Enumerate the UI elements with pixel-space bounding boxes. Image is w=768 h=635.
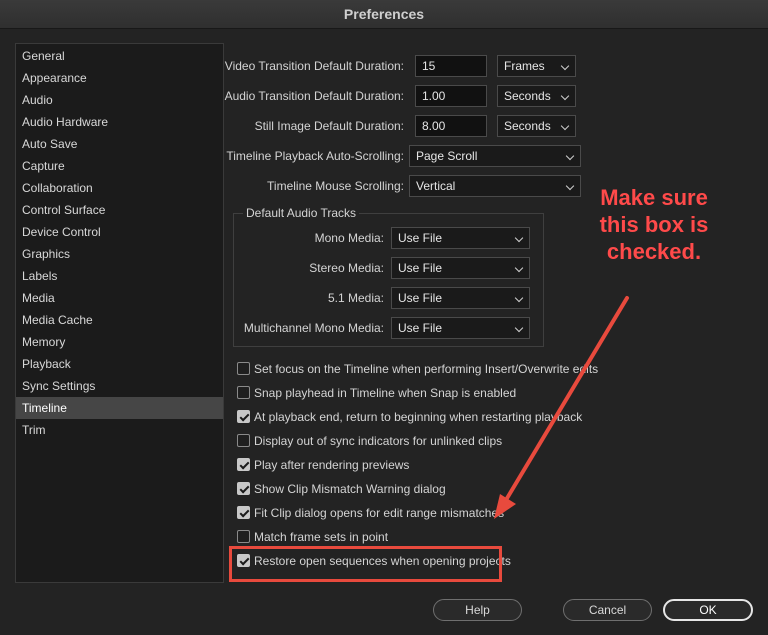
annotation-text: Make sure this box is checked. — [586, 184, 722, 265]
help-button[interactable]: Help — [433, 599, 522, 621]
annotation-line-2: this box is — [599, 212, 709, 237]
annotation-arrow-icon — [494, 296, 629, 519]
annotation-line-3: checked. — [606, 239, 702, 264]
annotation-line-1: Make sure — [600, 185, 708, 210]
cancel-button[interactable]: Cancel — [563, 599, 652, 621]
ok-button[interactable]: OK — [663, 599, 753, 621]
